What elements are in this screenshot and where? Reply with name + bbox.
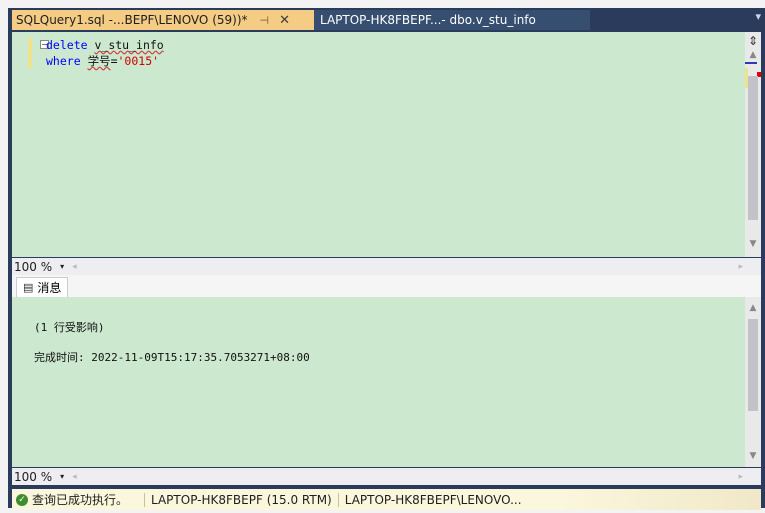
results-tab-bar: ▤ 消息 (12, 275, 761, 298)
split-icon[interactable]: ⇕ (745, 34, 761, 48)
ssms-document-window: SQLQuery1.sql -...BEPF\LENOVO (59))* ⊣ ✕… (8, 8, 765, 510)
editor-scroll-thumb[interactable] (748, 76, 758, 220)
query-editor[interactable]: − delete v_stu_info where 学号='0015' ⇕ ▲ … (12, 32, 761, 257)
zoom-dropdown-icon[interactable]: ▾ (60, 262, 64, 271)
hscroll-right-icon[interactable]: ▸ (738, 262, 743, 272)
success-check-icon: ✓ (16, 493, 28, 506)
messages-pane[interactable]: (1 行受影响) 完成时间: 2022-11-09T15:17:35.70532… (12, 297, 761, 467)
results-zoom-dropdown-icon[interactable]: ▾ (60, 472, 64, 481)
tab-dropdown-icon[interactable]: ▾ (755, 10, 761, 23)
completion-time-message: 完成时间: 2022-11-09T15:17:35.7053271+08:00 (34, 351, 310, 364)
pin-icon[interactable]: ⊣ (260, 14, 270, 27)
editor-vertical-scrollbar[interactable]: ⇕ ▲ ▼ (745, 32, 761, 257)
results-scroll-down-icon[interactable]: ▼ (745, 451, 761, 461)
editor-zoom-bar: 100 % ▾ ◂ ▸ (12, 258, 761, 275)
change-tracking-mark (28, 38, 32, 68)
operator-equals: = (110, 54, 118, 68)
code-line-1: delete v_stu_info (46, 37, 164, 53)
results-hscroll-left-icon[interactable]: ◂ (72, 472, 77, 482)
rows-affected-message: (1 行受影响) (34, 321, 105, 334)
results-vertical-scrollbar[interactable]: ▲ ▼ (745, 297, 761, 467)
scroll-marker (745, 62, 757, 64)
tab-v-stu-info-label: LAPTOP-HK8FBEPF...- dbo.v_stu_info (320, 13, 536, 27)
status-user: LAPTOP-HK8FBEPF\LENOVO... (337, 492, 528, 507)
status-fade (561, 489, 761, 510)
status-message: 查询已成功执行。 (32, 493, 129, 507)
yellow-marker (745, 68, 748, 88)
keyword-where: where (46, 54, 81, 68)
results-zoom-level[interactable]: 100 % (14, 470, 52, 484)
hscroll-left-icon[interactable]: ◂ (72, 262, 77, 272)
close-icon[interactable]: ✕ (279, 13, 290, 28)
column-name: 学号 (87, 54, 111, 68)
document-tab-strip: SQLQuery1.sql -...BEPF\LENOVO (59))* ⊣ ✕… (8, 8, 765, 30)
results-hscroll-right-icon[interactable]: ▸ (738, 472, 743, 482)
results-scroll-up-icon[interactable]: ▲ (745, 303, 761, 313)
results-scroll-thumb[interactable] (748, 319, 758, 411)
results-zoom-bar: 100 % ▾ ◂ ▸ (12, 468, 761, 485)
tab-v-stu-info[interactable]: LAPTOP-HK8FBEPF...- dbo.v_stu_info (314, 10, 590, 30)
tab-messages-label: 消息 (37, 281, 62, 295)
tab-sqlquery1-label: SQLQuery1.sql -...BEPF\LENOVO (59))* (16, 13, 248, 27)
editor-code: delete v_stu_info where 学号='0015' (46, 37, 164, 69)
tab-sqlquery1[interactable]: SQLQuery1.sql -...BEPF\LENOVO (59))* ⊣ ✕ (12, 10, 314, 30)
identifier-view: v_stu_info (94, 38, 164, 52)
messages-icon: ▤ (23, 281, 34, 294)
scroll-up-icon[interactable]: ▲ (745, 50, 761, 60)
zoom-level[interactable]: 100 % (14, 260, 52, 274)
status-server: LAPTOP-HK8FBEPF (15.0 RTM) (144, 492, 338, 507)
keyword-delete: delete (46, 38, 88, 52)
string-literal: '0015' (117, 54, 160, 68)
query-status-bar: ✓ 查询已成功执行。 LAPTOP-HK8FBEPF (15.0 RTM) LA… (12, 489, 761, 510)
tab-messages[interactable]: ▤ 消息 (16, 277, 69, 297)
scroll-down-icon[interactable]: ▼ (745, 239, 761, 249)
code-line-2: where 学号='0015' (46, 53, 164, 69)
